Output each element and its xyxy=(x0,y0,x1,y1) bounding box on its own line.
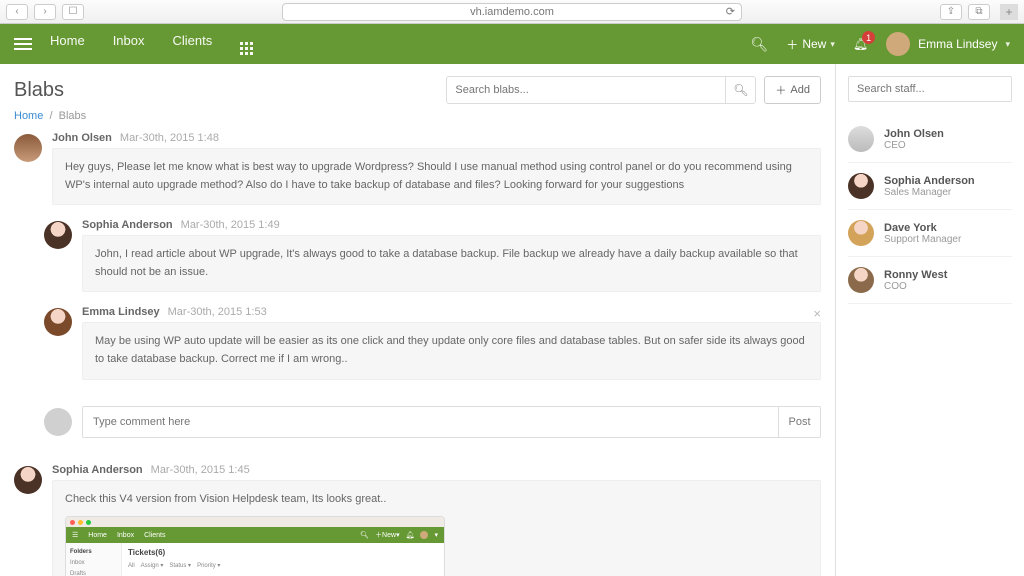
user-name: Emma Lindsey xyxy=(918,37,997,51)
avatar xyxy=(14,466,42,494)
staff-role: COO xyxy=(884,281,947,292)
top-nav: Home Inbox Clients xyxy=(50,33,253,55)
comment-row: Post xyxy=(44,406,821,438)
search-icon[interactable]: 🔍︎ xyxy=(751,36,769,53)
add-button[interactable]: ＋ Add xyxy=(764,76,821,104)
post-message: Hey guys, Please let me know what is bes… xyxy=(52,148,821,205)
avatar xyxy=(44,221,72,249)
blab-post: Sophia Anderson Mar-30th, 2015 1:45 Check… xyxy=(14,464,821,576)
post-comment-button[interactable]: Post xyxy=(778,407,820,437)
staff-role: Support Manager xyxy=(884,234,961,245)
menu-icon[interactable] xyxy=(14,38,32,50)
avatar xyxy=(886,32,910,56)
blab-reply: Sophia Anderson Mar-30th, 2015 1:49 John,… xyxy=(44,219,821,300)
comment-input[interactable] xyxy=(83,407,778,437)
post-time: Mar-30th, 2015 1:53 xyxy=(168,306,267,318)
main-content: Blabs 🔍︎ ＋ Add Home / Blabs John Olsen Ma… xyxy=(0,64,836,576)
avatar xyxy=(44,408,72,436)
post-author: Sophia Anderson xyxy=(82,219,173,231)
staff-name: Dave York xyxy=(884,222,961,234)
notification-badge: 1 xyxy=(862,31,875,44)
post-message: John, I read article about WP upgrade, I… xyxy=(82,235,821,292)
breadcrumb-home[interactable]: Home xyxy=(14,110,43,122)
staff-role: CEO xyxy=(884,140,944,151)
browser-back-button[interactable]: ‹ xyxy=(6,4,28,20)
avatar xyxy=(14,134,42,162)
post-message: Check this V4 version from Vision Helpde… xyxy=(52,480,821,576)
avatar xyxy=(848,126,874,152)
browser-forward-button[interactable]: › xyxy=(34,4,56,20)
avatar xyxy=(848,267,874,293)
post-time: Mar-30th, 2015 1:45 xyxy=(151,464,250,476)
staff-item[interactable]: Dave YorkSupport Manager xyxy=(848,210,1012,257)
post-author: John Olsen xyxy=(52,132,112,144)
search-blabs: 🔍︎ xyxy=(446,76,756,104)
new-button[interactable]: ＋ New ▾ xyxy=(786,36,835,53)
app-topbar: Home Inbox Clients 🔍︎ ＋ New ▾ 🔔︎1 Emma L… xyxy=(0,24,1024,64)
search-button-icon[interactable]: 🔍︎ xyxy=(725,77,755,103)
blab-reply: Emma Lindsey Mar-30th, 2015 1:53 × May be … xyxy=(44,306,821,387)
post-time: Mar-30th, 2015 1:48 xyxy=(120,132,219,144)
avatar xyxy=(848,220,874,246)
browser-sidebar-button[interactable]: ☐ xyxy=(62,4,84,20)
staff-item[interactable]: John OlsenCEO xyxy=(848,116,1012,163)
nav-home[interactable]: Home xyxy=(50,33,85,55)
new-tab-button[interactable]: + xyxy=(1000,4,1018,20)
staff-name: Ronny West xyxy=(884,269,947,281)
search-staff-input[interactable] xyxy=(848,76,1012,102)
post-message: May be using WP auto update will be easi… xyxy=(82,322,821,379)
post-author: Sophia Anderson xyxy=(52,464,143,476)
post-time: Mar-30th, 2015 1:49 xyxy=(181,219,280,231)
post-author: Emma Lindsey xyxy=(82,306,160,318)
staff-role: Sales Manager xyxy=(884,187,975,198)
blab-post: John Olsen Mar-30th, 2015 1:48 Hey guys, … xyxy=(14,132,821,213)
close-icon[interactable]: × xyxy=(813,306,821,321)
avatar xyxy=(44,308,72,336)
tabs-icon[interactable]: ⧉ xyxy=(968,4,990,20)
attached-screenshot[interactable]: ☰ HomeInboxClients 🔍︎＋New▾🔔︎▾ Folders In… xyxy=(65,516,445,576)
apps-icon[interactable] xyxy=(240,33,253,55)
user-menu[interactable]: Emma Lindsey ▾ xyxy=(886,32,1010,56)
share-icon[interactable]: ⇪ xyxy=(940,4,962,20)
avatar xyxy=(848,173,874,199)
nav-clients[interactable]: Clients xyxy=(173,33,213,55)
browser-url-text: vh.iamdemo.com xyxy=(470,6,554,18)
nav-inbox[interactable]: Inbox xyxy=(113,33,145,55)
staff-item[interactable]: Ronny WestCOO xyxy=(848,257,1012,304)
browser-chrome: ‹ › ☐ vh.iamdemo.com ⟳ ⇪ ⧉ + xyxy=(0,0,1024,24)
notifications-icon[interactable]: 🔔︎1 xyxy=(853,37,868,51)
staff-name: John Olsen xyxy=(884,128,944,140)
search-blabs-input[interactable] xyxy=(447,84,725,96)
staff-name: Sophia Anderson xyxy=(884,175,975,187)
reload-icon[interactable]: ⟳ xyxy=(726,5,735,18)
page-title: Blabs xyxy=(14,79,64,102)
staff-item[interactable]: Sophia AndersonSales Manager xyxy=(848,163,1012,210)
staff-sidebar: John OlsenCEO Sophia AndersonSales Manag… xyxy=(836,64,1024,576)
breadcrumb: Home / Blabs xyxy=(0,110,835,132)
breadcrumb-current: Blabs xyxy=(59,110,87,122)
browser-address-bar[interactable]: vh.iamdemo.com ⟳ xyxy=(282,3,742,21)
